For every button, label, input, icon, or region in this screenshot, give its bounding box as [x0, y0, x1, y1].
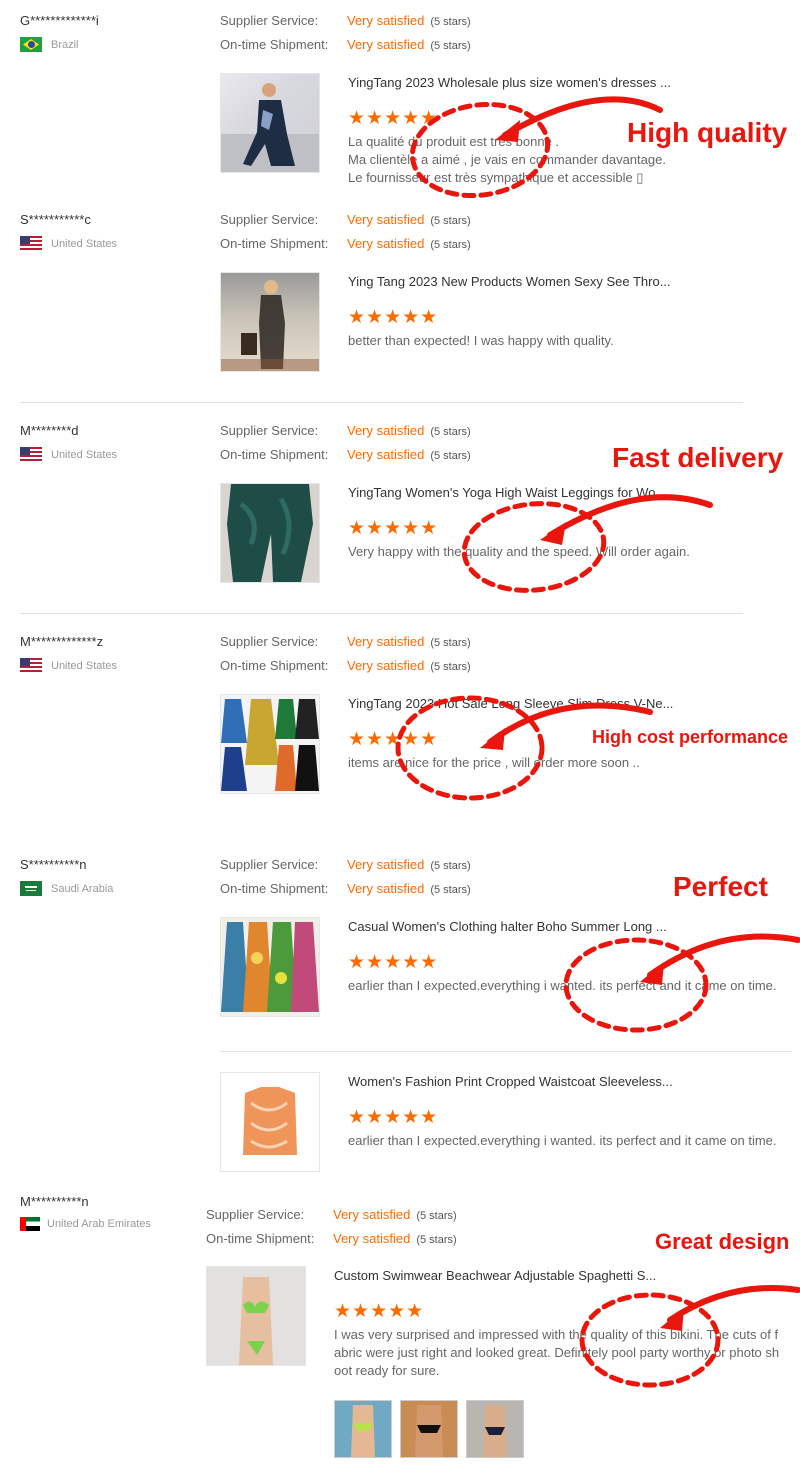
- arrow-head: [480, 728, 505, 750]
- arrow-curve: [547, 494, 713, 538]
- dashed-circle: [579, 1292, 721, 1388]
- arrow-curve: [647, 933, 800, 978]
- annotation-great-design: Great design: [655, 1229, 790, 1254]
- arrow-head: [540, 522, 566, 545]
- annotation-high-quality: High quality: [627, 117, 788, 148]
- dashed-circle: [395, 695, 545, 801]
- annotation-perfect: Perfect: [673, 871, 768, 902]
- arrow-head: [640, 962, 664, 985]
- annotation-high-cost-performance: High cost performance: [592, 727, 789, 747]
- arrow-head: [660, 1308, 684, 1331]
- dashed-circle: [409, 101, 551, 199]
- annotation-fast-delivery: Fast delivery: [612, 442, 784, 473]
- arrow-head: [495, 120, 520, 142]
- dashed-circle: [461, 501, 607, 593]
